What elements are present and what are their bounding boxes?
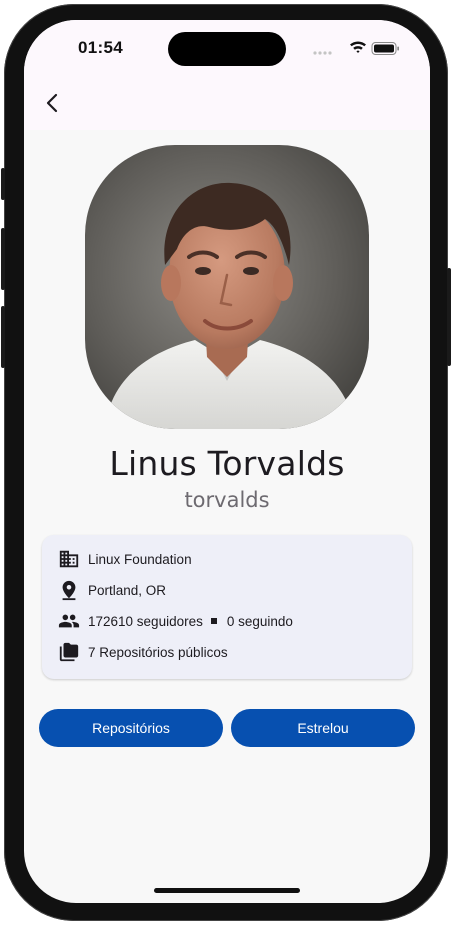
cellular-signal-icon bbox=[313, 51, 332, 55]
followers-row: 172610 seguidores 0 seguindo bbox=[58, 609, 293, 633]
profile-name: Linus Torvalds bbox=[109, 444, 345, 483]
repos-row: 7 Repositórios públicos bbox=[58, 640, 228, 664]
company-row: Linux Foundation bbox=[58, 547, 192, 571]
home-indicator[interactable] bbox=[154, 888, 300, 893]
separator-square-icon bbox=[210, 618, 217, 624]
building-icon bbox=[59, 550, 79, 568]
people-icon bbox=[58, 614, 80, 628]
battery-icon bbox=[371, 42, 399, 55]
profile-avatar bbox=[85, 145, 369, 429]
location-row: Portland, OR bbox=[58, 578, 166, 602]
starred-button[interactable]: Estrelou bbox=[231, 709, 415, 747]
folder-icon bbox=[59, 642, 79, 662]
top-bar: 01:54 bbox=[24, 20, 430, 130]
profile-info-card: Linux Foundation Portland, OR 172610 seg… bbox=[42, 535, 412, 679]
profile-login: torvalds bbox=[184, 488, 270, 512]
volume-up-button bbox=[1, 228, 5, 290]
wifi-icon bbox=[350, 41, 366, 53]
location-text: Portland, OR bbox=[88, 582, 167, 598]
repos-text: 7 Repositórios públicos bbox=[88, 644, 228, 660]
power-button bbox=[447, 268, 451, 366]
app-screen: 01:54 Linus Torvalds torvalds Linux Foun… bbox=[24, 20, 430, 903]
repositories-button[interactable]: Repositórios bbox=[39, 709, 223, 747]
dynamic-island bbox=[168, 32, 286, 66]
chevron-left-icon bbox=[46, 93, 58, 113]
followers-text: 172610 seguidores bbox=[88, 613, 203, 629]
status-icons bbox=[313, 41, 399, 55]
volume-down-button bbox=[1, 306, 5, 368]
following-text: 0 seguindo bbox=[226, 613, 293, 629]
location-pin-icon bbox=[62, 580, 76, 601]
status-time: 01:54 bbox=[78, 38, 123, 57]
back-button[interactable] bbox=[32, 86, 74, 120]
silent-switch bbox=[1, 168, 5, 200]
company-text: Linux Foundation bbox=[88, 551, 192, 567]
